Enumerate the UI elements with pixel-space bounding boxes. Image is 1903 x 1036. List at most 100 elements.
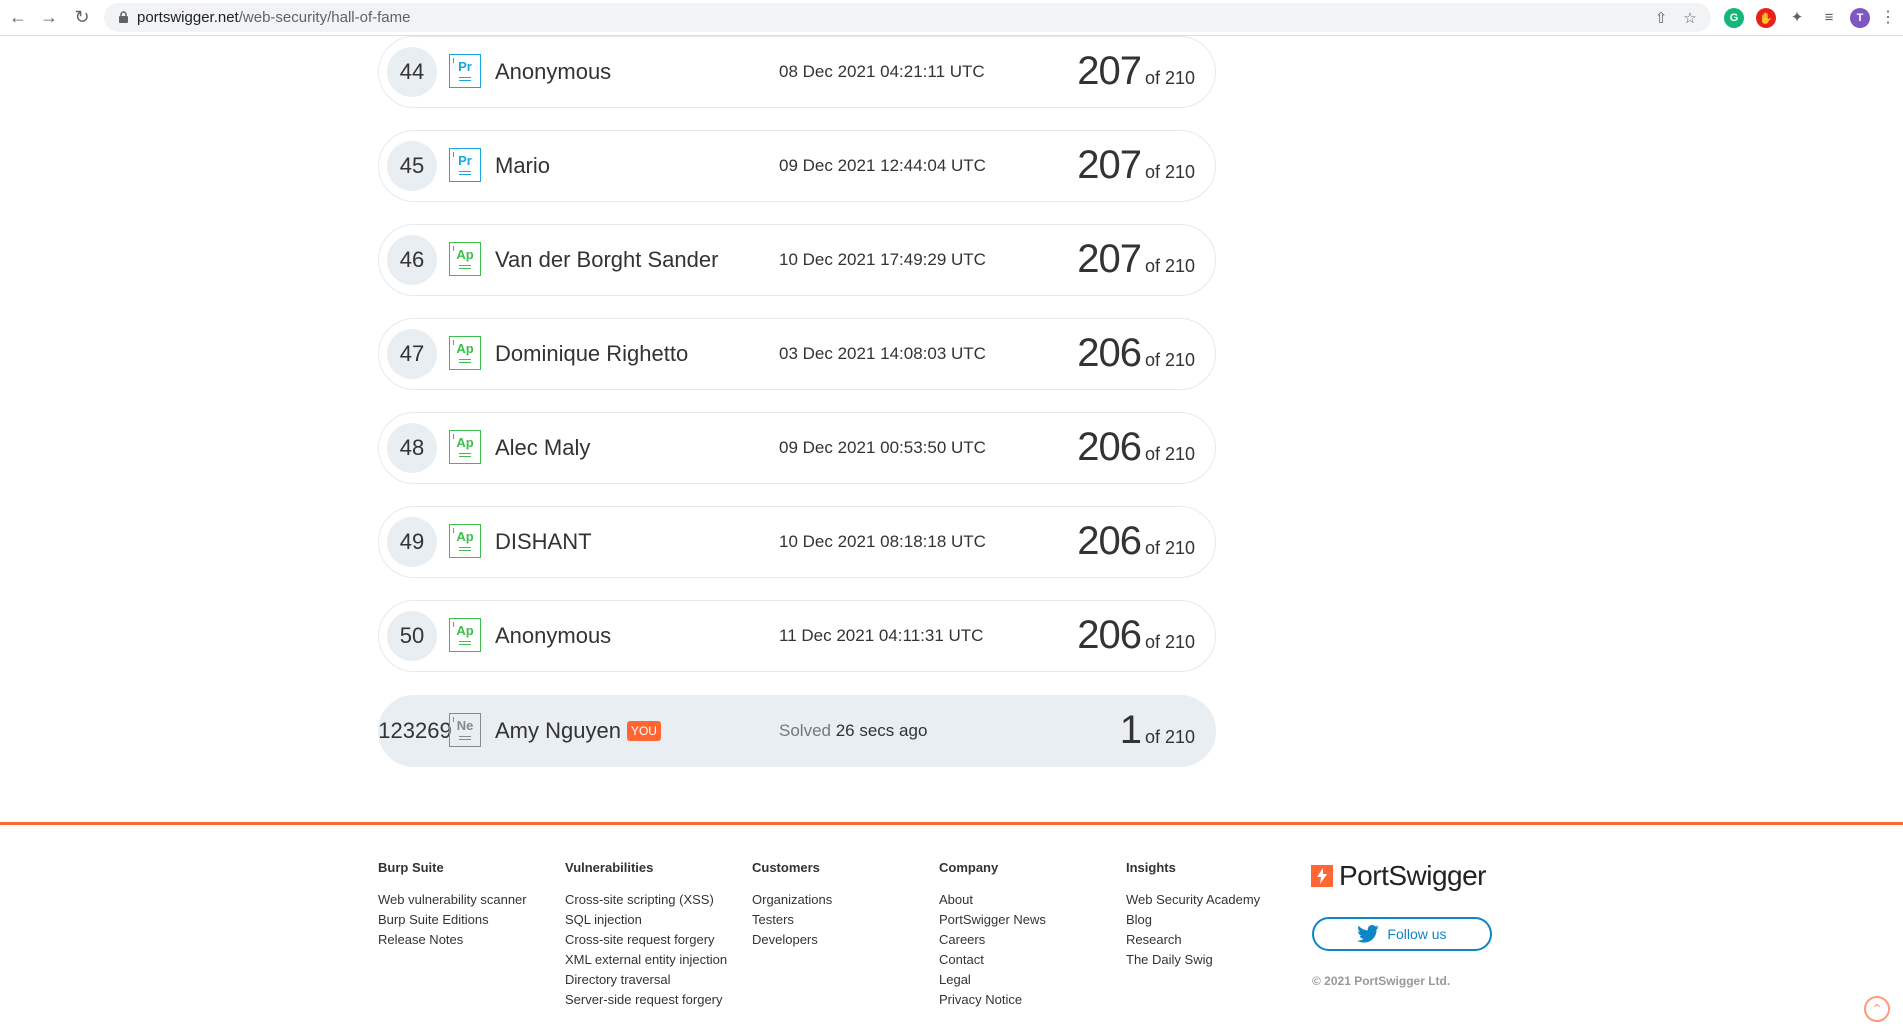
url-text: portswigger.net/web-security/hall-of-fam…	[137, 9, 410, 26]
reading-list-icon[interactable]: ≡	[1817, 5, 1841, 29]
completion-date: 08 Dec 2021 04:21:11 UTC	[779, 62, 985, 81]
leaderboard-row: 47 Ap Dominique Righetto 03 Dec 2021 14:08:…	[378, 318, 1216, 390]
score-value: 206	[1077, 519, 1142, 563]
user-name: Mario	[495, 153, 551, 178]
footer-link[interactable]: Web vulnerability scanner	[378, 890, 527, 910]
leaderboard-row: 48 Ap Alec Maly 09 Dec 2021 00:53:50 UTC 206…	[378, 412, 1216, 484]
scroll-to-top-icon[interactable]: ⌃	[1864, 996, 1890, 1022]
footer-link[interactable]: Cross-site scripting (XSS)	[565, 890, 727, 910]
footer-column: Vulnerabilities Cross-site scripting (XSS…	[565, 860, 727, 1010]
score-value: 1	[1119, 708, 1142, 752]
twitter-follow-button[interactable]: Follow us	[1312, 917, 1492, 951]
footer-link[interactable]: Blog	[1126, 910, 1260, 930]
share-icon[interactable]: ⇧	[1652, 9, 1670, 27]
score-total: of 210	[1144, 256, 1195, 276]
address-bar[interactable]: portswigger.net/web-security/hall-of-fam…	[104, 3, 1711, 32]
footer-link[interactable]: Web Security Academy	[1126, 890, 1260, 910]
completion-date: 10 Dec 2021 08:18:18 UTC	[779, 532, 986, 551]
score: 207 of 210	[1077, 237, 1195, 282]
level-badge-icon: Ap	[449, 336, 481, 370]
score: 206 of 210	[1077, 331, 1195, 376]
footer-link[interactable]: Privacy Notice	[939, 990, 1046, 1010]
footer-divider	[0, 822, 1903, 825]
score-value: 207	[1077, 143, 1142, 187]
footer-link[interactable]: Burp Suite Editions	[378, 910, 527, 930]
footer-column: Insights Web Security Academy Blog Research…	[1126, 860, 1260, 970]
footer-link[interactable]: Cross-site request forgery	[565, 930, 727, 950]
portswigger-logo[interactable]: PortSwigger	[1311, 860, 1487, 892]
badge-line	[459, 171, 471, 172]
footer-link[interactable]: SQL injection	[565, 910, 727, 930]
footer-heading: Customers	[752, 860, 820, 875]
rank-number: 46	[387, 235, 437, 285]
score-value: 207	[1077, 49, 1142, 93]
footer-link[interactable]: Legal	[939, 970, 1046, 990]
level-badge-icon: Pr	[449, 54, 481, 88]
user-name: Amy Nguyen YOU	[495, 718, 661, 744]
footer-link[interactable]: Developers	[752, 930, 832, 950]
footer-link[interactable]: Testers	[752, 910, 832, 930]
score-total: of 210	[1144, 444, 1195, 464]
user-name: Van der Borght Sander	[495, 247, 719, 272]
level-badge-icon: Ne	[449, 713, 481, 747]
user-name-text: Amy Nguyen	[495, 718, 621, 743]
footer-link[interactable]: XML external entity injection	[565, 950, 727, 970]
level-badge-icon: Ap	[449, 524, 481, 558]
menu-kebab-icon[interactable]: ⋮	[1876, 5, 1900, 29]
badge-code: Ap	[456, 341, 474, 356]
footer-heading: Vulnerabilities	[565, 860, 654, 875]
footer-link[interactable]: PortSwigger News	[939, 910, 1046, 930]
url-host: portswigger.net	[137, 9, 239, 26]
extensions-puzzle-icon[interactable]: ✦	[1785, 5, 1809, 29]
reload-icon[interactable]: ↻	[70, 5, 94, 29]
you-badge: YOU	[626, 721, 661, 741]
bookmark-star-icon[interactable]: ☆	[1681, 9, 1699, 27]
footer-heading: Company	[939, 860, 999, 875]
score-value: 207	[1077, 237, 1142, 281]
footer-link[interactable]: Organizations	[752, 890, 832, 910]
badge-code: Ap	[456, 623, 474, 638]
footer-link[interactable]: About	[939, 890, 1046, 910]
badge-code: Pr	[458, 59, 472, 74]
score-total: of 210	[1144, 632, 1195, 652]
badge-line	[459, 453, 471, 454]
brand-name: PortSwigger	[1339, 860, 1487, 891]
back-arrow-icon[interactable]: ←	[6, 5, 30, 29]
leaderboard-row: 49 Ap DISHANT 10 Dec 2021 08:18:18 UTC 206 of…	[378, 506, 1216, 578]
profile-avatar[interactable]: T	[1850, 8, 1870, 28]
badge-line	[459, 547, 471, 548]
forward-arrow-icon[interactable]: →	[37, 5, 61, 29]
score: 1 of 210	[1120, 708, 1195, 753]
rank-number: 45	[387, 141, 437, 191]
user-name: Anonymous	[495, 623, 612, 648]
url-path: /web-security/hall-of-fame	[238, 9, 411, 26]
badge-line	[459, 739, 471, 740]
adblock-extension-icon[interactable]: ✋	[1756, 8, 1776, 28]
leaderboard-row: 45 Pr Mario 09 Dec 2021 12:44:04 UTC 207 of 2…	[378, 130, 1216, 202]
score-total: of 210	[1144, 350, 1195, 370]
score-value: 206	[1077, 331, 1142, 375]
score-total: of 210	[1144, 162, 1195, 182]
completion-date: 09 Dec 2021 12:44:04 UTC	[779, 156, 986, 175]
leaderboard-row: 46 Ap Van der Borght Sander 10 Dec 2021 17:…	[378, 224, 1216, 296]
score-total: of 210	[1144, 68, 1195, 88]
footer-heading: Insights	[1126, 860, 1176, 875]
completion-date: 09 Dec 2021 00:53:50 UTC	[779, 438, 986, 457]
profile-initial: T	[1856, 12, 1864, 24]
completion-date: 11 Dec 2021 04:11:31 UTC	[779, 626, 984, 645]
footer-link[interactable]: Contact	[939, 950, 1046, 970]
footer-link[interactable]: The Daily Swig	[1126, 950, 1260, 970]
rank-number: 44	[387, 47, 437, 97]
grammarly-extension-icon[interactable]: G	[1724, 8, 1744, 28]
footer-link[interactable]: Research	[1126, 930, 1260, 950]
footer-link[interactable]: Server-side request forgery	[565, 990, 727, 1010]
badge-line	[459, 265, 471, 266]
footer-link[interactable]: Directory traversal	[565, 970, 727, 990]
badge-code: Ap	[456, 529, 474, 544]
footer-link[interactable]: Release Notes	[378, 930, 527, 950]
score: 207 of 210	[1077, 143, 1195, 188]
footer-column: Burp Suite Web vulnerability scanner Burp …	[378, 860, 527, 950]
level-badge-icon: Ap	[449, 430, 481, 464]
footer-link[interactable]: Careers	[939, 930, 1046, 950]
badge-line	[459, 550, 471, 551]
